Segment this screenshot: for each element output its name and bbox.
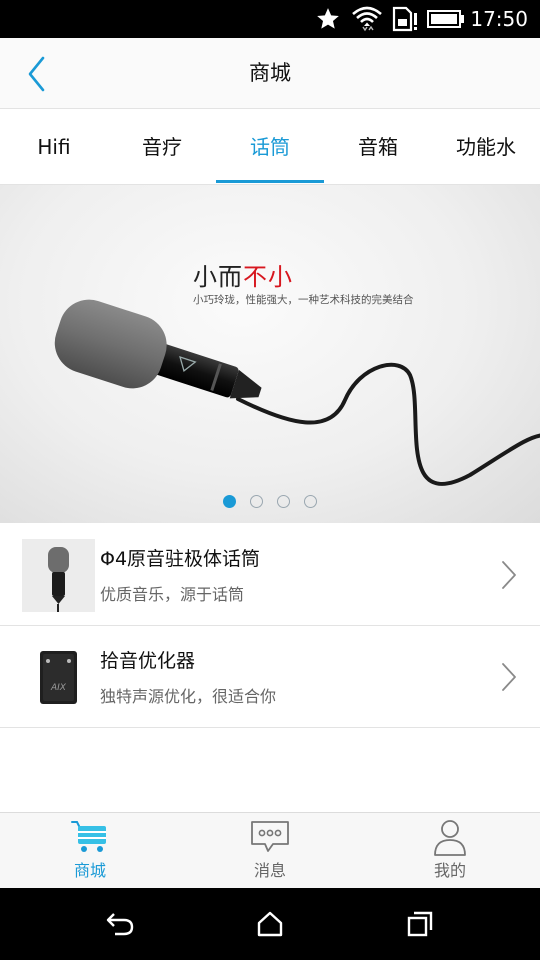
system-navigation-bar bbox=[0, 888, 540, 960]
carousel-dots bbox=[0, 495, 540, 509]
chevron-right-icon bbox=[502, 663, 516, 691]
microphone-illustration bbox=[54, 299, 540, 486]
recent-apps-icon bbox=[407, 911, 433, 937]
home-icon bbox=[257, 911, 283, 937]
shopping-cart-icon bbox=[0, 819, 180, 857]
profile-icon bbox=[360, 819, 540, 857]
product-item-pickup-optimizer[interactable]: AIX 拾音优化器 独特声源优化，很适合你 bbox=[0, 626, 540, 728]
page-title: 商城 bbox=[249, 61, 291, 85]
carousel-dot-4[interactable] bbox=[304, 495, 317, 508]
product-item-microphone[interactable]: Φ4原音驻极体话筒 优质音乐，源于话筒 bbox=[0, 524, 540, 626]
message-icon bbox=[180, 819, 360, 857]
system-home-button[interactable] bbox=[240, 906, 300, 942]
tab-microphone[interactable]: 话筒 bbox=[216, 110, 324, 185]
nav-label-messages: 消息 bbox=[253, 861, 286, 880]
promo-banner[interactable]: 小而不小 小巧玲珑，性能强大，一种艺术科技的完美结合 bbox=[0, 185, 540, 523]
nav-label-store: 商城 bbox=[73, 861, 106, 880]
product-title: 拾音优化器 bbox=[100, 650, 196, 672]
star-icon bbox=[313, 5, 343, 33]
tab-sound-therapy[interactable]: 音疗 bbox=[108, 110, 216, 185]
back-arrow-icon bbox=[106, 913, 134, 936]
carousel-dot-2[interactable] bbox=[250, 495, 263, 508]
status-bar: 17:50 bbox=[0, 0, 540, 38]
chevron-right-icon bbox=[502, 561, 516, 589]
tab-speaker[interactable]: 音箱 bbox=[324, 110, 432, 185]
wifi-icon bbox=[350, 5, 384, 33]
pickup-optimizer-thumbnail: AIX bbox=[22, 641, 95, 714]
nav-item-profile[interactable]: 我的 bbox=[360, 813, 540, 889]
sim-alert-icon bbox=[390, 5, 420, 33]
microphone-thumbnail bbox=[22, 539, 95, 612]
status-time: 17:50 bbox=[470, 7, 528, 31]
nav-item-messages[interactable]: 消息 bbox=[180, 813, 360, 889]
tab-hifi[interactable]: Hifi bbox=[0, 110, 108, 185]
system-back-button[interactable] bbox=[90, 906, 150, 942]
battery-icon bbox=[426, 5, 466, 33]
product-title: Φ4原音驻极体话筒 bbox=[100, 548, 261, 570]
active-tab-indicator bbox=[216, 180, 324, 183]
nav-label-profile: 我的 bbox=[433, 861, 466, 880]
product-subtitle: 独特声源优化，很适合你 bbox=[100, 687, 277, 706]
thumbnail-logo-text: AIX bbox=[51, 683, 66, 693]
carousel-dot-1[interactable] bbox=[223, 495, 236, 508]
system-recents-button[interactable] bbox=[390, 906, 450, 942]
nav-item-store[interactable]: 商城 bbox=[0, 813, 180, 889]
category-tabs: Hifi 音疗 话筒 音箱 功能水 bbox=[0, 110, 540, 185]
app-header: 商城 bbox=[0, 38, 540, 109]
tab-functional-water[interactable]: 功能水 bbox=[432, 110, 540, 185]
bottom-navigation: 商城 消息 我的 bbox=[0, 812, 540, 888]
carousel-dot-3[interactable] bbox=[277, 495, 290, 508]
product-subtitle: 优质音乐，源于话筒 bbox=[100, 585, 245, 604]
